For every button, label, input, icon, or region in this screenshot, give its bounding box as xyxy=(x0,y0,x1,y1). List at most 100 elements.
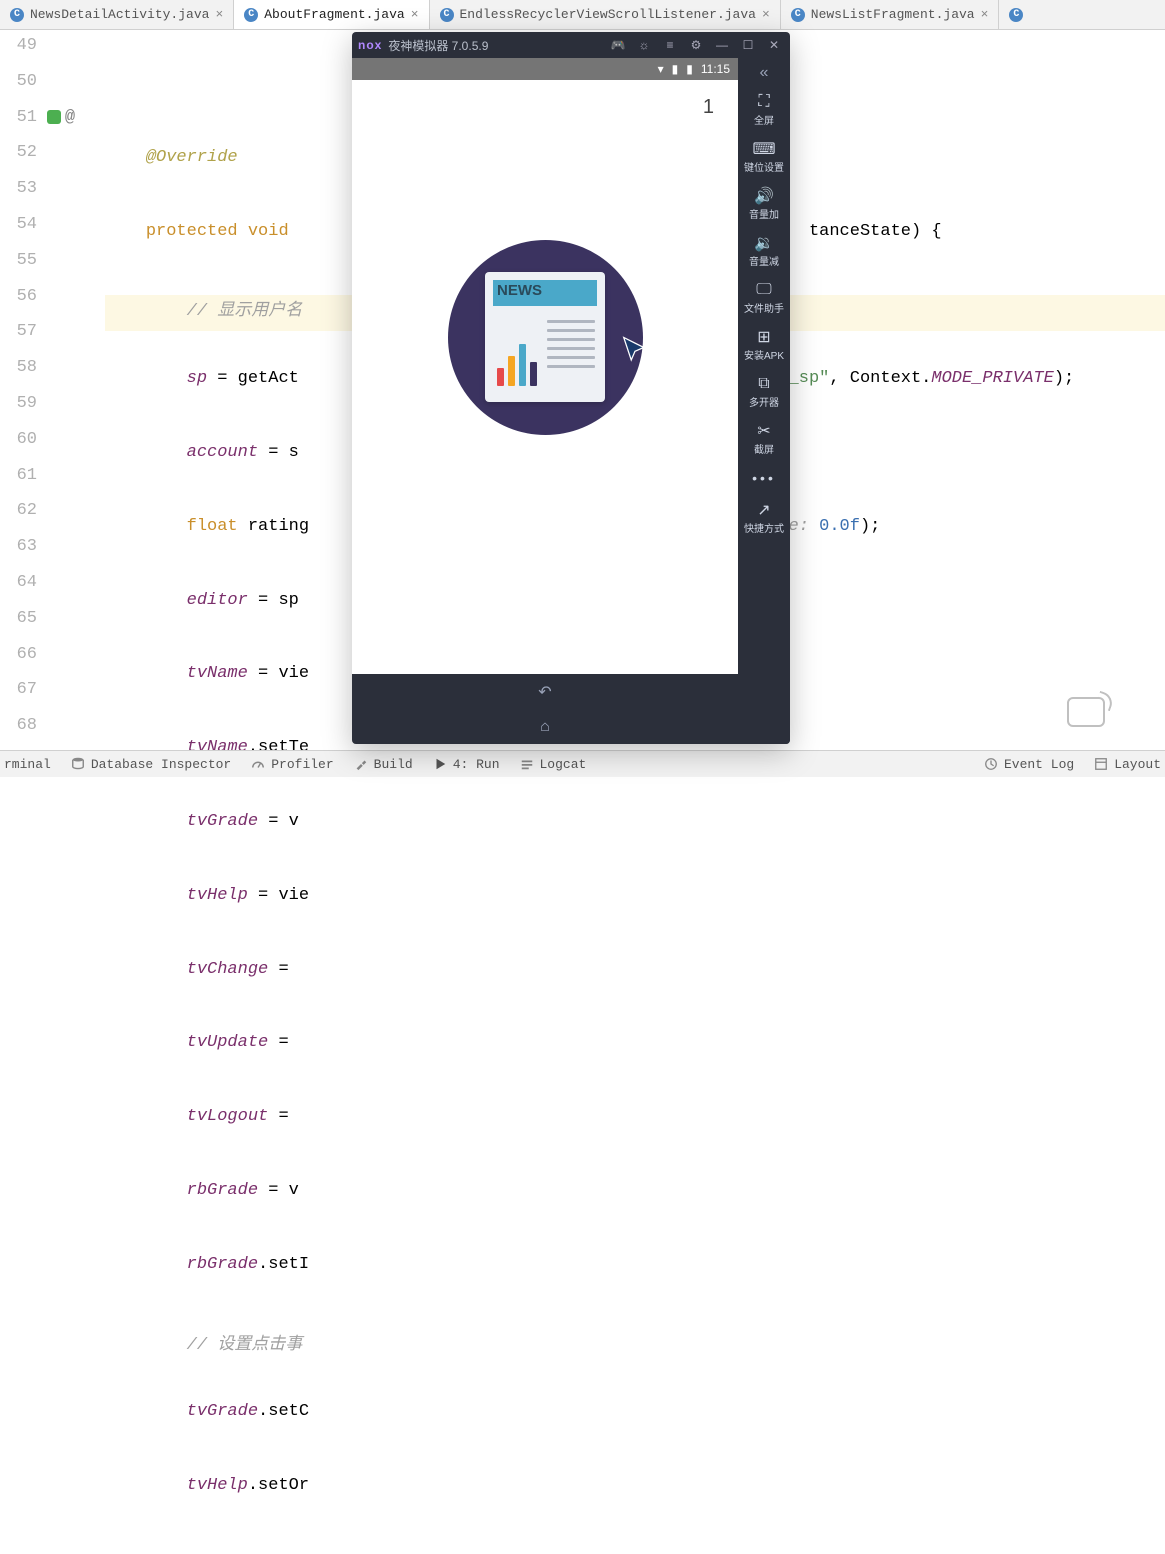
phone-nav-bar: ↶ ⌂ xyxy=(352,674,738,744)
volume-up-button[interactable]: 🔊 音量加 xyxy=(738,186,790,221)
gutter-marks: @ xyxy=(45,30,105,750)
close-icon[interactable]: × xyxy=(981,7,989,22)
tab-label: NewsListFragment.java xyxy=(811,7,975,22)
profiler-tool[interactable]: Profiler xyxy=(251,757,333,772)
java-class-icon: C xyxy=(10,8,24,22)
wifi-icon: ▾ xyxy=(658,62,664,76)
emulator-window[interactable]: nox 夜神模拟器 7.0.5.9 🎮 ☼ ≡ ⚙ — ☐ ✕ ▾ ▮ ▮ 11… xyxy=(352,32,790,744)
java-class-icon: C xyxy=(791,8,805,22)
tab-label: EndlessRecyclerViewScrollListener.java xyxy=(460,7,756,22)
shortcut-icon: ↗ xyxy=(738,500,790,520)
monitor-icon: 🖵 xyxy=(738,280,790,300)
home-icon[interactable]: ⌂ xyxy=(540,718,550,736)
emulator-brand: nox xyxy=(358,38,382,52)
close-icon[interactable]: ✕ xyxy=(764,35,784,55)
tab-label: AboutFragment.java xyxy=(264,7,404,22)
code-line: tvUpdate = xyxy=(105,1033,1165,1069)
minimize-icon[interactable]: — xyxy=(712,35,732,55)
more-button[interactable]: ••• xyxy=(738,468,790,488)
rotate-device-button[interactable] xyxy=(1067,697,1105,727)
sun-icon[interactable]: ☼ xyxy=(634,35,654,55)
keymap-button[interactable]: ⌨ 键位设置 xyxy=(738,139,790,174)
menu-icon[interactable]: ≡ xyxy=(660,35,680,55)
emulator-title: 夜神模拟器 7.0.5.9 xyxy=(388,37,488,54)
apk-icon: ⊞ xyxy=(738,327,790,347)
close-icon[interactable]: × xyxy=(762,7,770,22)
multi-icon: ⧉ xyxy=(738,374,790,394)
db-inspector-tool[interactable]: Database Inspector xyxy=(71,757,231,772)
override-icon[interactable]: @ xyxy=(63,108,77,127)
battery-icon: ▮ xyxy=(686,62,693,76)
scissors-icon: ✂ xyxy=(738,421,790,441)
signal-icon: ▮ xyxy=(672,62,679,76)
logcat-icon xyxy=(520,757,534,771)
emulator-body: ▾ ▮ ▮ 11:15 1 NEWS xyxy=(352,58,790,744)
volume-down-icon: 🔉 xyxy=(738,233,790,253)
layout-icon xyxy=(1094,757,1108,771)
tab-newslistfragment[interactable]: C NewsListFragment.java × xyxy=(781,0,1000,29)
volume-down-button[interactable]: 🔉 音量减 xyxy=(738,233,790,268)
code-line: tvGrade.setC xyxy=(105,1402,1165,1438)
close-icon[interactable]: × xyxy=(411,7,419,22)
emulator-sidebar: « ⛶ 全屏 ⌨ 键位设置 🔊 音量加 🔉 音量减 🖵 文件助手 xyxy=(738,58,790,744)
code-line: tvHelp = vie xyxy=(105,886,1165,922)
code-line: tvChange = xyxy=(105,960,1165,996)
code-line: tvGrade = v xyxy=(105,812,1165,848)
rotate-icon xyxy=(1067,697,1105,727)
file-helper-button[interactable]: 🖵 文件助手 xyxy=(738,280,790,315)
java-class-icon: C xyxy=(440,8,454,22)
install-apk-button[interactable]: ⊞ 安装APK xyxy=(738,327,790,362)
tab-more[interactable]: C xyxy=(999,0,1033,29)
eventlog-icon xyxy=(984,757,998,771)
line-gutter: 495051525354 555657585960 616263646566 6… xyxy=(0,30,45,750)
multi-instance-button[interactable]: ⧉ 多开器 xyxy=(738,374,790,409)
hammer-icon xyxy=(354,757,368,771)
shortcut-button[interactable]: ↗ 快捷方式 xyxy=(738,500,790,535)
run-tool[interactable]: 4: Run xyxy=(433,757,500,772)
java-class-icon: C xyxy=(244,8,258,22)
emulator-titlebar[interactable]: nox 夜神模拟器 7.0.5.9 🎮 ☼ ≡ ⚙ — ☐ ✕ xyxy=(352,32,790,58)
java-class-icon: C xyxy=(1009,8,1023,22)
status-bar: rminal Database Inspector Profiler Build… xyxy=(0,750,1165,777)
database-icon xyxy=(71,757,85,771)
maximize-icon[interactable]: ☐ xyxy=(738,35,758,55)
fullscreen-button[interactable]: ⛶ 全屏 xyxy=(738,92,790,127)
code-line: // 设置点击事 xyxy=(105,1329,1165,1365)
fullscreen-icon: ⛶ xyxy=(738,92,790,112)
tab-endlessrecycler[interactable]: C EndlessRecyclerViewScrollListener.java… xyxy=(430,0,781,29)
gear-icon[interactable]: ⚙ xyxy=(686,35,706,55)
gauge-icon xyxy=(251,757,265,771)
layout-inspector-tool[interactable]: Layout xyxy=(1094,757,1161,772)
logcat-tool[interactable]: Logcat xyxy=(520,757,587,772)
editor-tabs: C NewsDetailActivity.java × C AboutFragm… xyxy=(0,0,1165,30)
news-label: NEWS xyxy=(497,282,542,299)
gamepad-icon[interactable]: 🎮 xyxy=(608,35,628,55)
phone-app-content[interactable]: 1 NEWS xyxy=(352,80,738,674)
collapse-sidebar-icon[interactable]: « xyxy=(756,60,773,86)
close-icon[interactable]: × xyxy=(215,7,223,22)
screenshot-button[interactable]: ✂ 截屏 xyxy=(738,421,790,456)
code-line: rbGrade = v xyxy=(105,1181,1165,1217)
build-tool[interactable]: Build xyxy=(354,757,413,772)
terminal-tool[interactable]: rminal xyxy=(4,757,51,772)
phone-screen[interactable]: ▾ ▮ ▮ 11:15 1 NEWS xyxy=(352,58,738,744)
volume-up-icon: 🔊 xyxy=(738,186,790,206)
news-app-icon[interactable]: NEWS xyxy=(448,240,643,435)
bar-chart-icon xyxy=(497,344,537,386)
code-line: tvHelp.setOr xyxy=(105,1476,1165,1512)
code-line: rbGrade.setI xyxy=(105,1255,1165,1291)
eventlog-tool[interactable]: Event Log xyxy=(984,757,1074,772)
phone-status-bar: ▾ ▮ ▮ 11:15 xyxy=(352,58,738,80)
implements-icon[interactable] xyxy=(47,110,61,124)
more-icon: ••• xyxy=(738,468,790,488)
newspaper-icon: NEWS xyxy=(485,272,605,402)
tab-aboutfragment[interactable]: C AboutFragment.java × xyxy=(234,0,429,29)
code-line: tvLogout = xyxy=(105,1107,1165,1143)
clock: 11:15 xyxy=(701,62,730,76)
corner-number: 1 xyxy=(703,96,714,119)
text-lines-icon xyxy=(547,314,595,374)
tab-label: NewsDetailActivity.java xyxy=(30,7,209,22)
tab-newsdetail[interactable]: C NewsDetailActivity.java × xyxy=(0,0,234,29)
play-icon xyxy=(433,757,447,771)
back-icon[interactable]: ↶ xyxy=(538,682,551,702)
